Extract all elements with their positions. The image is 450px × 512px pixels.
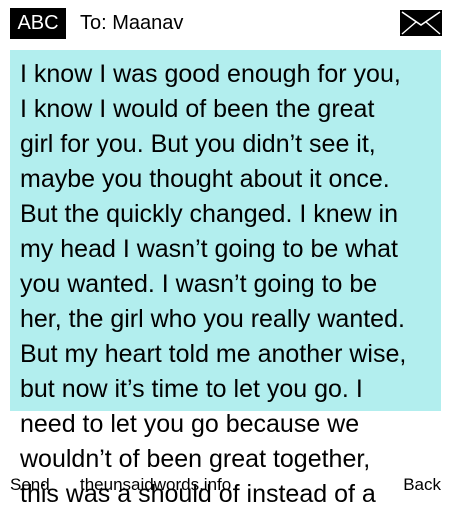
back-softkey[interactable]: Back [403,475,441,495]
message-body[interactable]: I know I was good enough for you, I know… [20,57,440,512]
header-bar: ABC To: Maanav [0,0,450,46]
recipient-label: To: Maanav [80,12,184,34]
send-softkey[interactable]: Send [10,475,50,495]
watermark-text: theunsaidwords.info [80,475,232,494]
softkey-bar: Send theunsaidwords.info Back [0,470,450,500]
envelope-icon[interactable] [400,10,442,36]
input-mode-badge[interactable]: ABC [10,8,66,39]
